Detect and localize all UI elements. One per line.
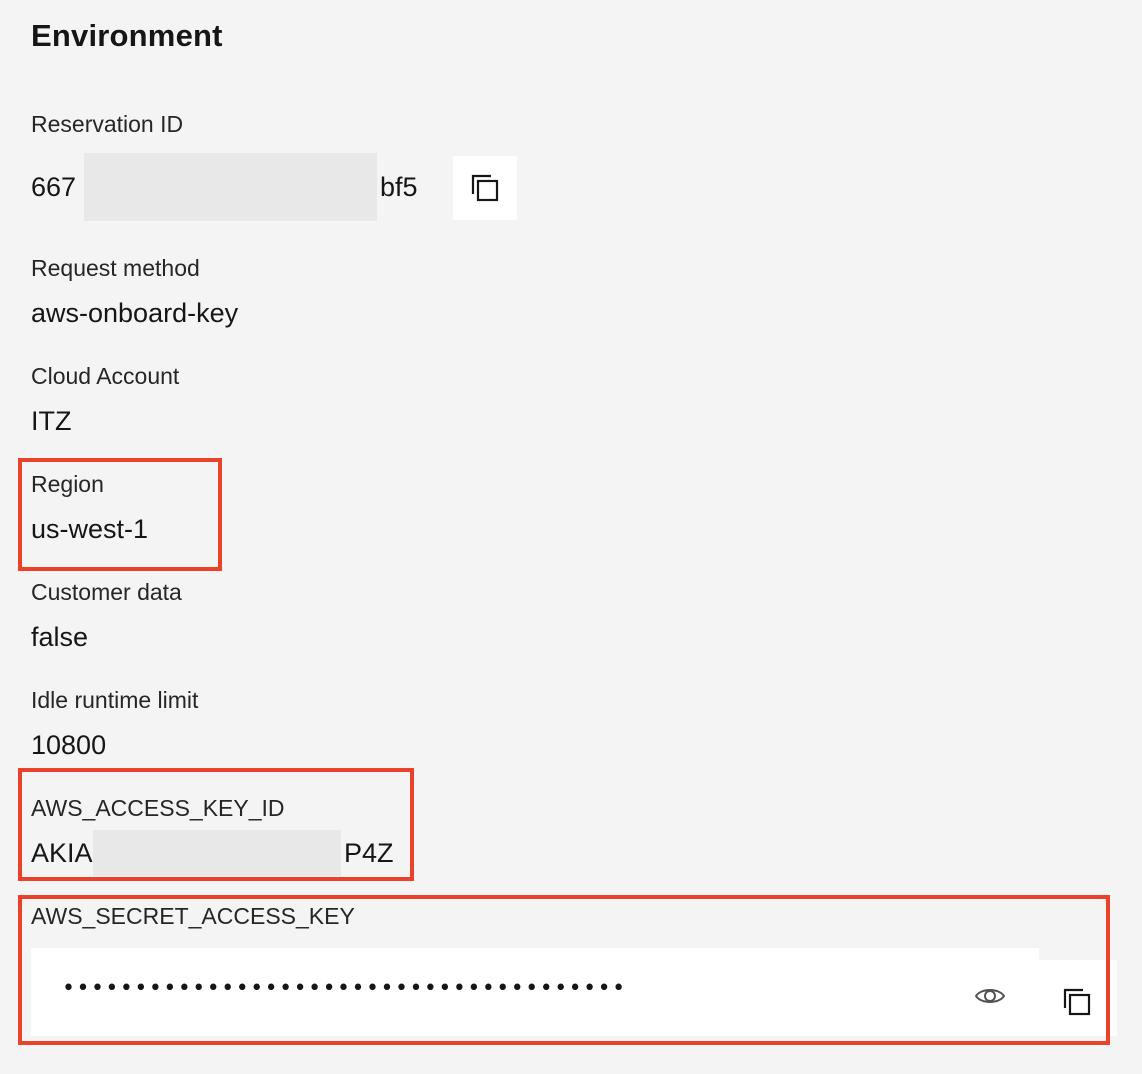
cloud-account-label: Cloud Account xyxy=(31,363,180,389)
copy-reservation-id-button[interactable] xyxy=(453,156,517,220)
cloud-account-value: ITZ xyxy=(31,406,72,436)
idle-runtime-limit-value: 10800 xyxy=(31,730,107,760)
request-method-label: Request method xyxy=(31,255,200,281)
reservation-id-value-prefix: 667 xyxy=(31,172,77,202)
request-method-value: aws-onboard-key xyxy=(31,298,239,328)
idle-runtime-limit-label: Idle runtime limit xyxy=(31,687,199,713)
customer-data-label: Customer data xyxy=(31,579,182,605)
customer-data-value: false xyxy=(31,622,89,652)
region-highlight-box xyxy=(18,458,222,571)
reservation-id-value-suffix: bf5 xyxy=(380,172,418,202)
reservation-id-label: Reservation ID xyxy=(31,111,184,137)
aws-access-key-id-highlight-box xyxy=(18,768,414,881)
reservation-id-redaction xyxy=(84,153,377,221)
aws-secret-access-key-highlight-box xyxy=(18,895,1110,1045)
copy-icon xyxy=(471,174,499,202)
section-title: Environment xyxy=(31,18,223,53)
